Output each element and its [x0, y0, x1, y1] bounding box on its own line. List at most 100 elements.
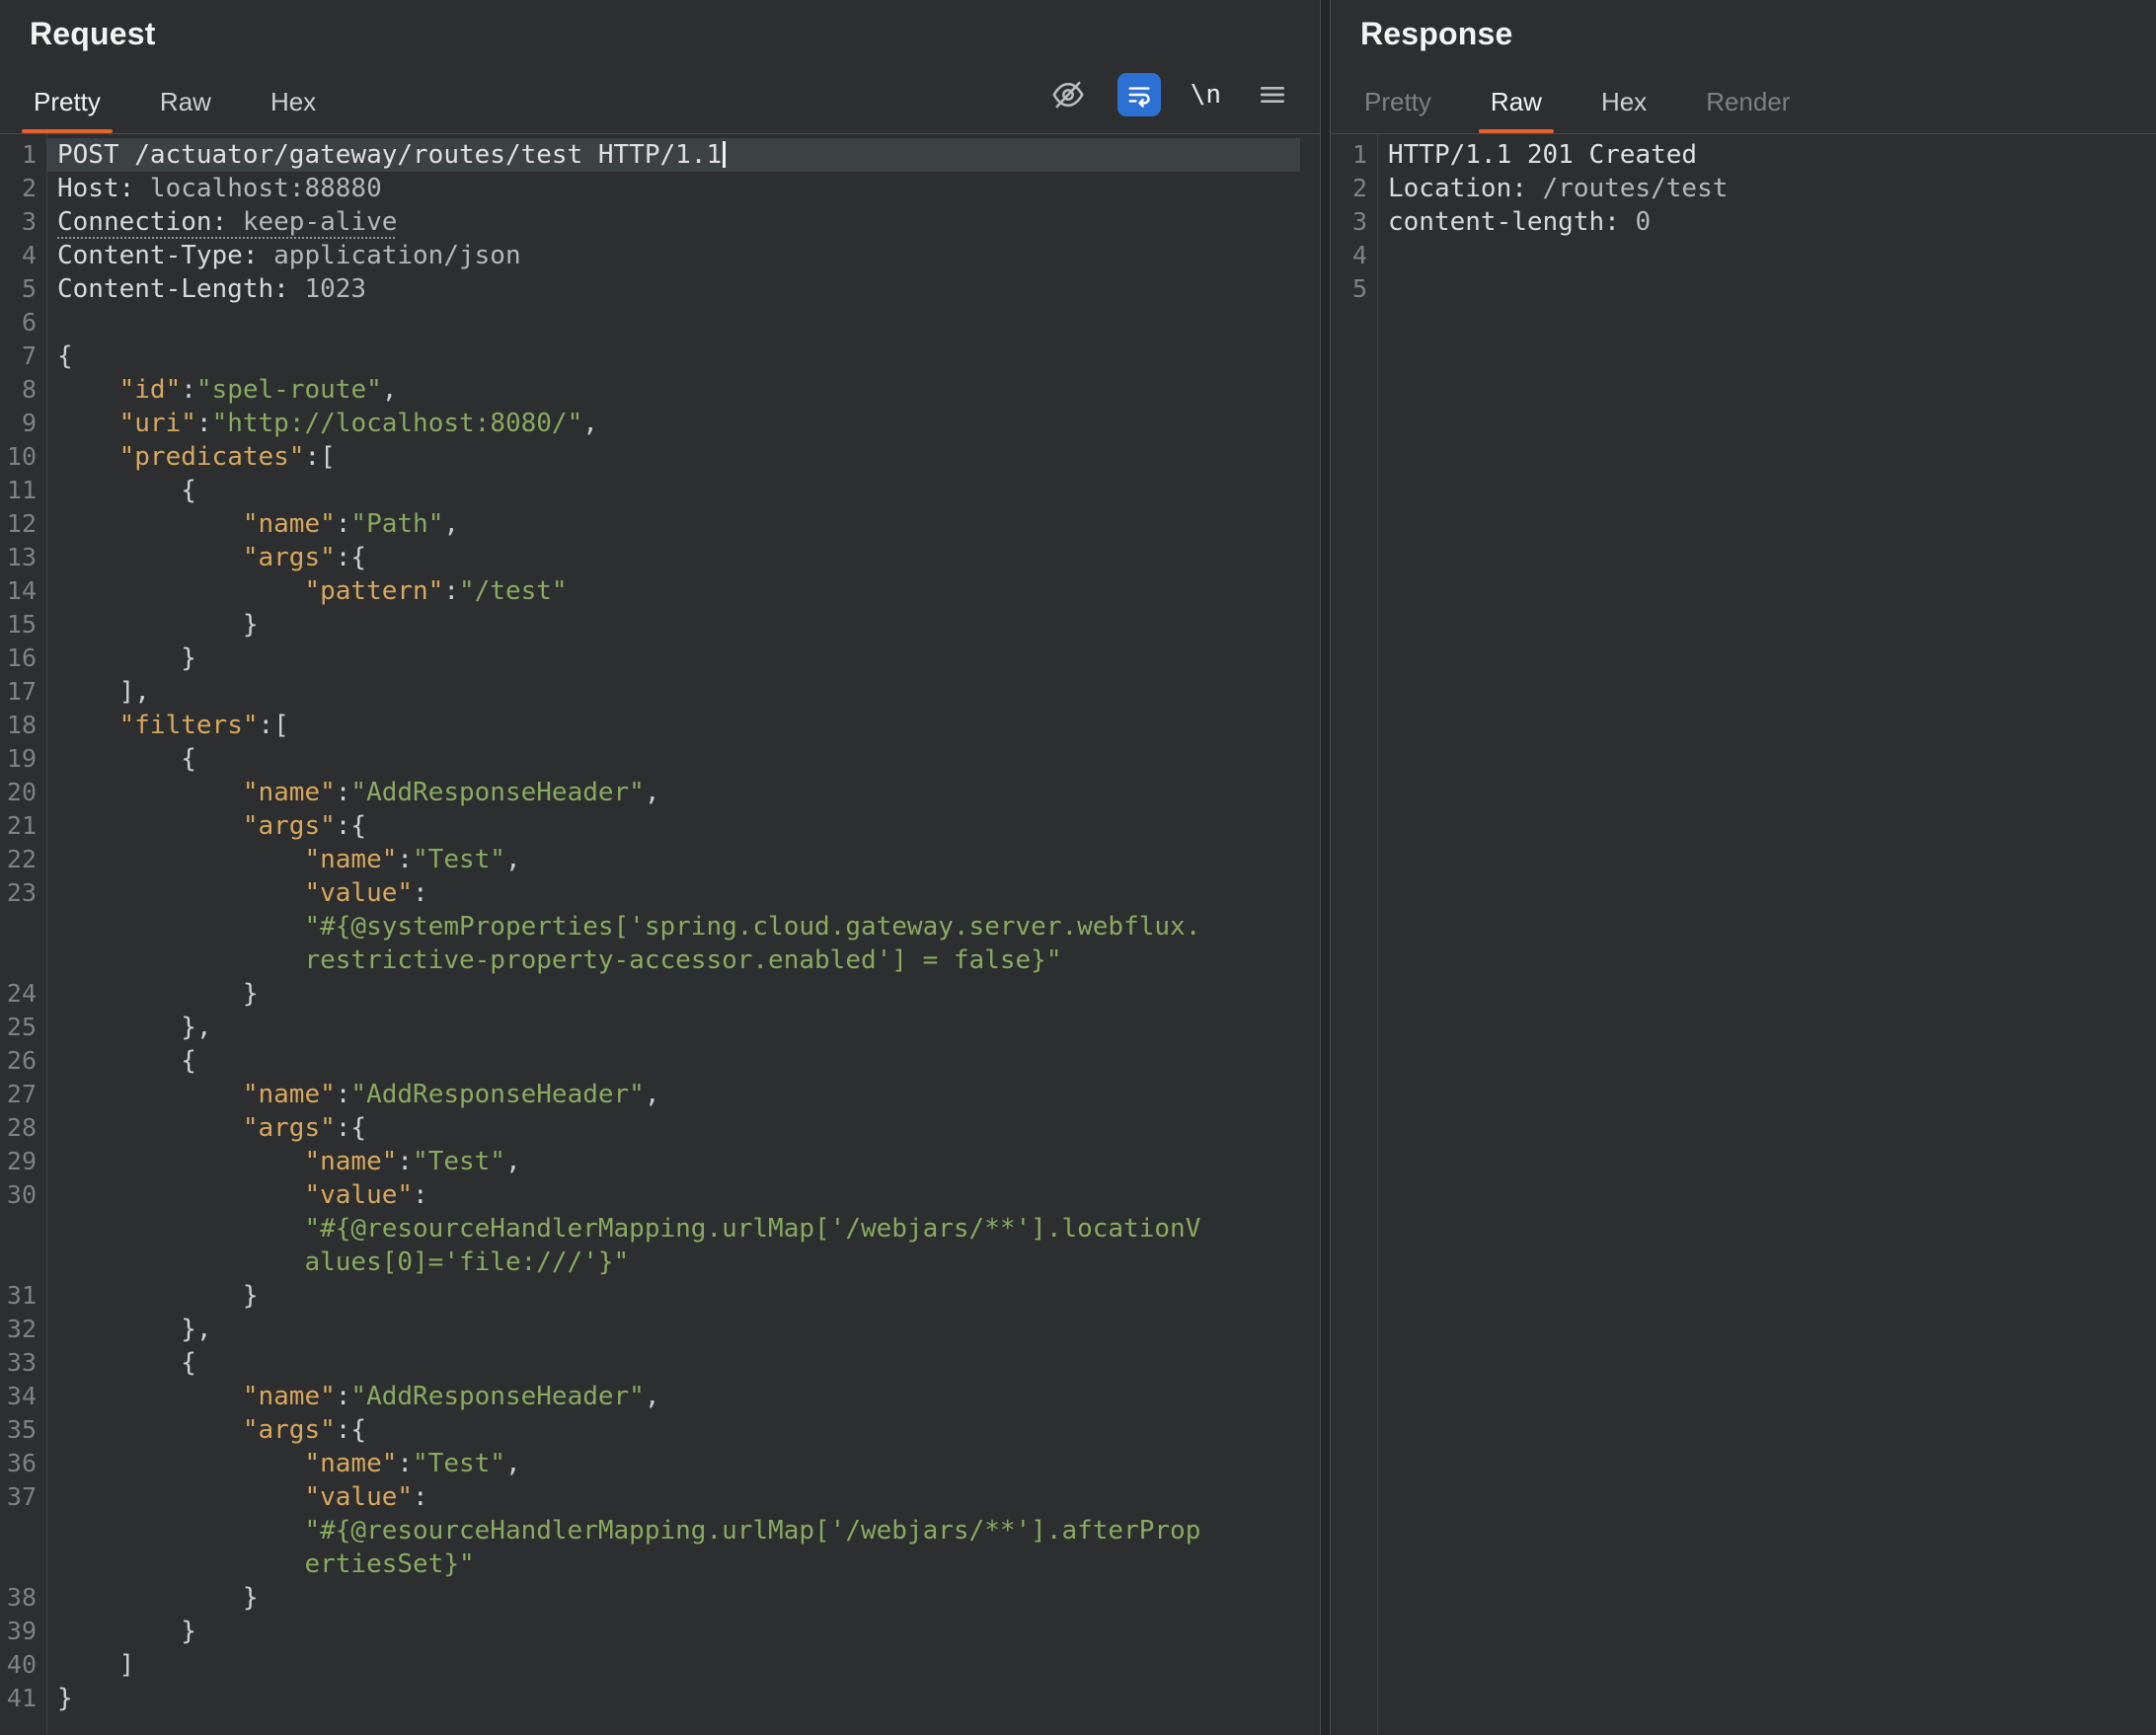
code-line[interactable]: 15 }	[0, 608, 1300, 641]
code-line[interactable]: 8 "id":"spel-route",	[0, 373, 1300, 407]
line-number: 17	[0, 675, 46, 709]
response-tab-pretty[interactable]: Pretty	[1360, 87, 1435, 133]
line-number: 38	[0, 1581, 46, 1615]
code-text: }	[46, 1682, 1300, 1715]
newline-toggle[interactable]: \n	[1189, 73, 1223, 116]
code-line[interactable]: 37 "value":	[0, 1480, 1300, 1514]
code-line[interactable]: 7{	[0, 339, 1300, 373]
request-tab-hex[interactable]: Hex	[267, 87, 320, 133]
code-line[interactable]: restrictive-property-accessor.enabled'] …	[0, 943, 1300, 977]
code-text: "name":"Test",	[46, 1145, 1300, 1178]
request-header: Request Pretty Raw Hex	[0, 0, 1320, 134]
code-line[interactable]: alues[0]='file:///'}"	[0, 1245, 1300, 1279]
line-number: 10	[0, 440, 46, 474]
code-text: "#{@resourceHandlerMapping.urlMap['/webj…	[46, 1514, 1300, 1547]
code-text: "filters":[	[46, 709, 1300, 742]
code-line[interactable]: 26 {	[0, 1044, 1300, 1078]
code-line[interactable]: 12 "name":"Path",	[0, 507, 1300, 541]
code-line[interactable]: 20 "name":"AddResponseHeader",	[0, 776, 1300, 809]
code-line[interactable]: 16 }	[0, 641, 1300, 675]
code-line[interactable]: 11 {	[0, 474, 1300, 507]
code-line[interactable]: 3Connection: keep-alive	[0, 205, 1300, 239]
code-text: }	[46, 977, 1300, 1011]
code-line[interactable]: 2Host: localhost:88880	[0, 172, 1300, 205]
line-number: 9	[0, 407, 46, 440]
code-line[interactable]: 18 "filters":[	[0, 709, 1300, 742]
code-text: },	[46, 1313, 1300, 1346]
request-editor[interactable]: 1POST /actuator/gateway/routes/test HTTP…	[0, 134, 1320, 1735]
code-line[interactable]: 1POST /actuator/gateway/routes/test HTTP…	[0, 138, 1300, 172]
line-number: 25	[0, 1011, 46, 1044]
panel-splitter[interactable]	[1320, 0, 1331, 1735]
response-editor[interactable]: 1HTTP/1.1 201 Created2Location: /routes/…	[1331, 134, 2156, 1735]
code-line[interactable]: 3content-length: 0	[1331, 205, 2136, 239]
line-number: 1	[1331, 138, 1377, 172]
code-line[interactable]: 40 ]	[0, 1648, 1300, 1682]
code-line[interactable]: 6	[0, 306, 1300, 339]
code-text: "value":	[46, 876, 1300, 910]
code-text: "name":"AddResponseHeader",	[46, 1380, 1300, 1413]
request-panel: Request Pretty Raw Hex	[0, 0, 1320, 1735]
code-line[interactable]: 25 },	[0, 1011, 1300, 1044]
line-number: 19	[0, 742, 46, 776]
code-line[interactable]: 36 "name":"Test",	[0, 1447, 1300, 1480]
code-line[interactable]: 10 "predicates":[	[0, 440, 1300, 474]
code-line[interactable]: 32 },	[0, 1313, 1300, 1346]
code-line[interactable]: 41}	[0, 1682, 1300, 1715]
code-line[interactable]: 38 }	[0, 1581, 1300, 1615]
code-line[interactable]: 5	[1331, 272, 2136, 306]
code-line[interactable]: 30 "value":	[0, 1178, 1300, 1212]
soft-wrap-icon[interactable]	[1117, 73, 1161, 116]
code-line[interactable]: 2Location: /routes/test	[1331, 172, 2136, 205]
code-line[interactable]: 27 "name":"AddResponseHeader",	[0, 1078, 1300, 1111]
response-tab-raw[interactable]: Raw	[1487, 87, 1546, 133]
code-line[interactable]: 31 }	[0, 1279, 1300, 1313]
code-line[interactable]: "#{@resourceHandlerMapping.urlMap['/webj…	[0, 1514, 1300, 1547]
code-line[interactable]: 39 }	[0, 1615, 1300, 1648]
menu-icon[interactable]	[1251, 73, 1294, 116]
code-line[interactable]: 4	[1331, 239, 2136, 272]
line-number: 34	[0, 1380, 46, 1413]
code-text: alues[0]='file:///'}"	[46, 1245, 1300, 1279]
code-line[interactable]: 9 "uri":"http://localhost:8080/",	[0, 407, 1300, 440]
code-line[interactable]: "#{@systemProperties['spring.cloud.gatew…	[0, 910, 1300, 943]
line-number: 2	[0, 172, 46, 205]
code-text: "args":{	[46, 1413, 1300, 1447]
code-line[interactable]: ertiesSet}"	[0, 1547, 1300, 1581]
code-text: Connection: keep-alive	[46, 205, 1300, 239]
code-line[interactable]: 35 "args":{	[0, 1413, 1300, 1447]
code-line[interactable]: 29 "name":"Test",	[0, 1145, 1300, 1178]
code-text	[46, 306, 1300, 339]
code-line[interactable]: 17 ],	[0, 675, 1300, 709]
code-line[interactable]: 24 }	[0, 977, 1300, 1011]
code-line[interactable]: 14 "pattern":"/test"	[0, 574, 1300, 608]
code-line[interactable]: 19 {	[0, 742, 1300, 776]
request-tab-raw[interactable]: Raw	[156, 87, 215, 133]
code-line[interactable]: 33 {	[0, 1346, 1300, 1380]
line-number	[0, 1547, 46, 1581]
response-tab-hex[interactable]: Hex	[1597, 87, 1651, 133]
text-caret	[723, 141, 726, 168]
code-line[interactable]: 21 "args":{	[0, 809, 1300, 843]
line-number: 3	[1331, 205, 1377, 239]
code-text: {	[46, 742, 1300, 776]
line-number: 36	[0, 1447, 46, 1480]
code-text: "value":	[46, 1480, 1300, 1514]
code-line[interactable]: 5Content-Length: 1023	[0, 272, 1300, 306]
code-text: "args":{	[46, 809, 1300, 843]
code-line[interactable]: 23 "value":	[0, 876, 1300, 910]
code-line[interactable]: 22 "name":"Test",	[0, 843, 1300, 876]
code-text: {	[46, 474, 1300, 507]
response-tab-render[interactable]: Render	[1702, 87, 1794, 133]
code-line[interactable]: 28 "args":{	[0, 1111, 1300, 1145]
eye-off-icon[interactable]	[1046, 73, 1090, 116]
line-number: 6	[0, 306, 46, 339]
code-line[interactable]: 4Content-Type: application/json	[0, 239, 1300, 272]
code-text: ]	[46, 1648, 1300, 1682]
code-line[interactable]: 1HTTP/1.1 201 Created	[1331, 138, 2136, 172]
line-number: 40	[0, 1648, 46, 1682]
code-line[interactable]: 13 "args":{	[0, 541, 1300, 574]
request-tab-pretty[interactable]: Pretty	[30, 87, 105, 133]
code-line[interactable]: "#{@resourceHandlerMapping.urlMap['/webj…	[0, 1212, 1300, 1245]
code-line[interactable]: 34 "name":"AddResponseHeader",	[0, 1380, 1300, 1413]
